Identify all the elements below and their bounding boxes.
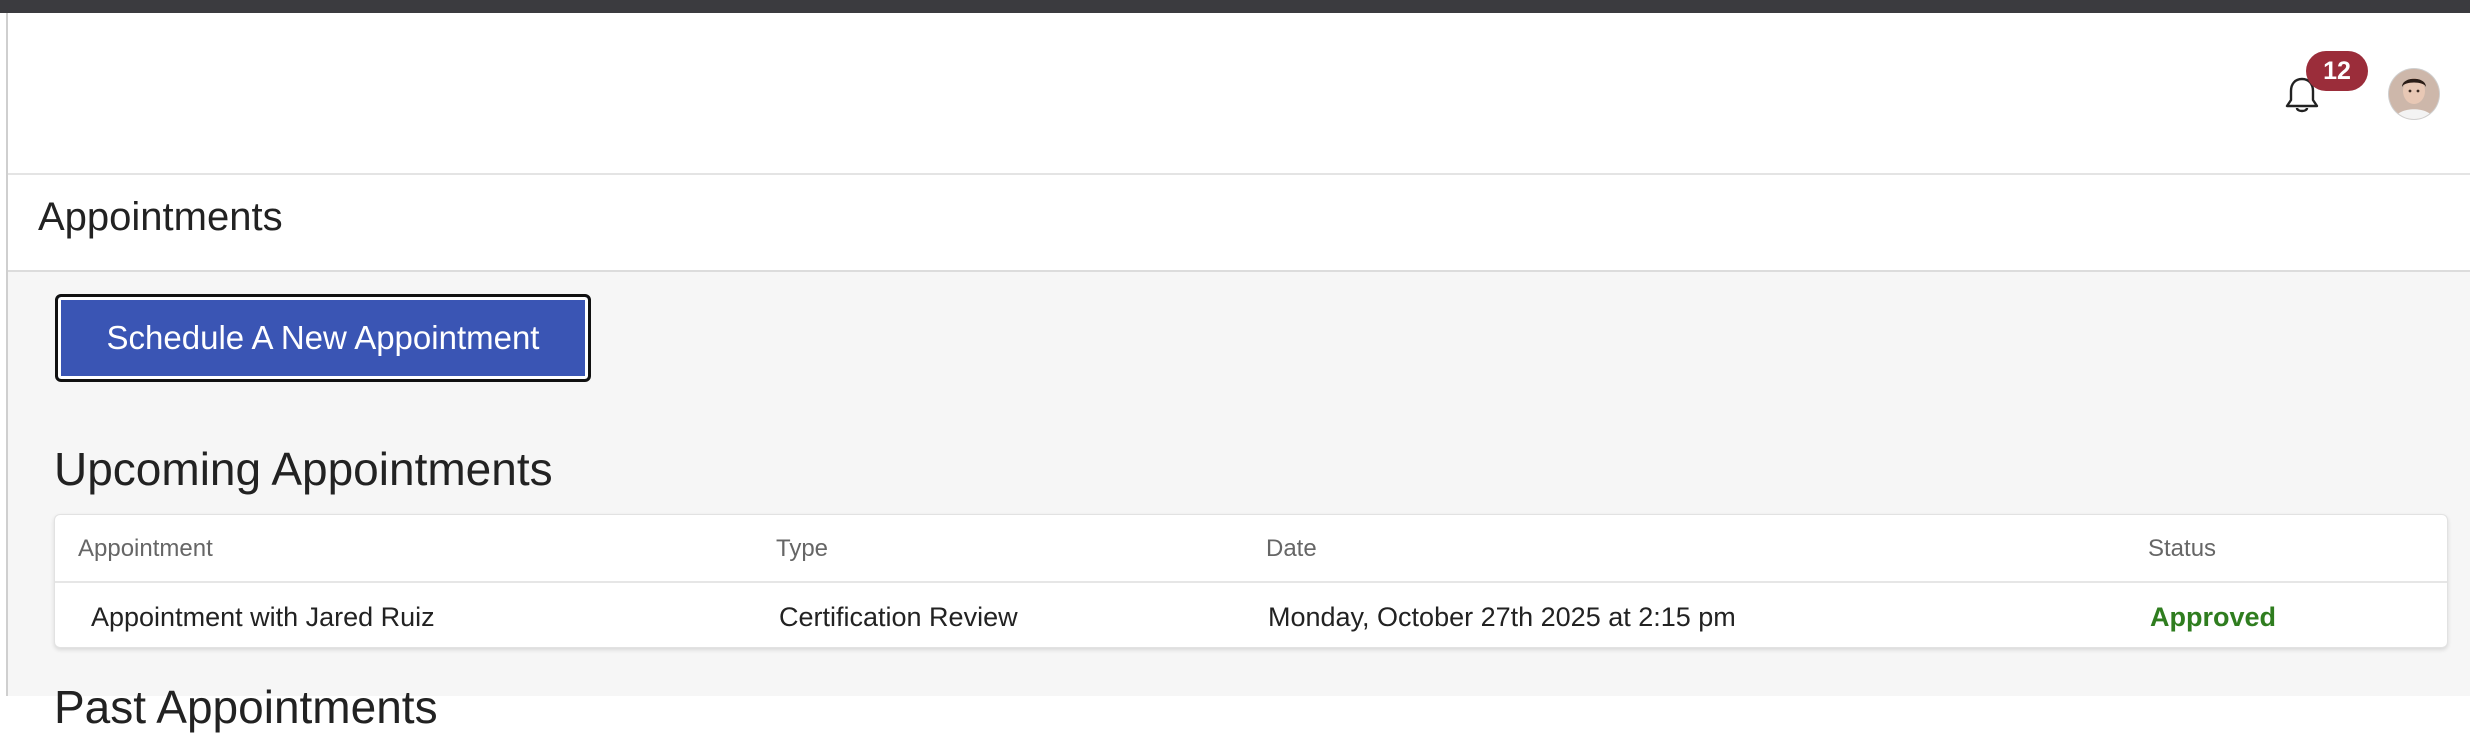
column-header-date[interactable]: Date [1266, 535, 1317, 563]
column-header-status[interactable]: Status [2148, 535, 2216, 563]
schedule-appointment-button[interactable]: Schedule A New Appointment [55, 294, 591, 382]
page-titlebar: Appointments [8, 175, 2470, 272]
page-title: Appointments [38, 195, 283, 239]
user-avatar[interactable] [2389, 69, 2439, 119]
past-appointments-heading: Past Appointments [54, 681, 438, 733]
upcoming-appointments-heading: Upcoming Appointments [54, 443, 553, 495]
column-header-appointment[interactable]: Appointment [78, 535, 213, 563]
notification-badge[interactable]: 12 [2306, 51, 2368, 91]
appointment-cell[interactable]: Appointment with Jared Ruiz [91, 602, 435, 633]
column-header-type[interactable]: Type [776, 535, 828, 563]
status-badge: Approved [2150, 602, 2277, 632]
table-header: Appointment Type Date Status [55, 515, 2447, 583]
date-cell: Monday, October 27th 2025 at 2:15 pm [1268, 602, 1736, 632]
browser-top-strip [0, 0, 2470, 13]
upcoming-appointments-table: Appointment Type Date Status Appointment… [54, 514, 2448, 648]
main-content: Schedule A New Appointment Upcoming Appo… [8, 272, 2470, 733]
app-header [8, 13, 2470, 175]
type-cell: Certification Review [779, 602, 1018, 632]
